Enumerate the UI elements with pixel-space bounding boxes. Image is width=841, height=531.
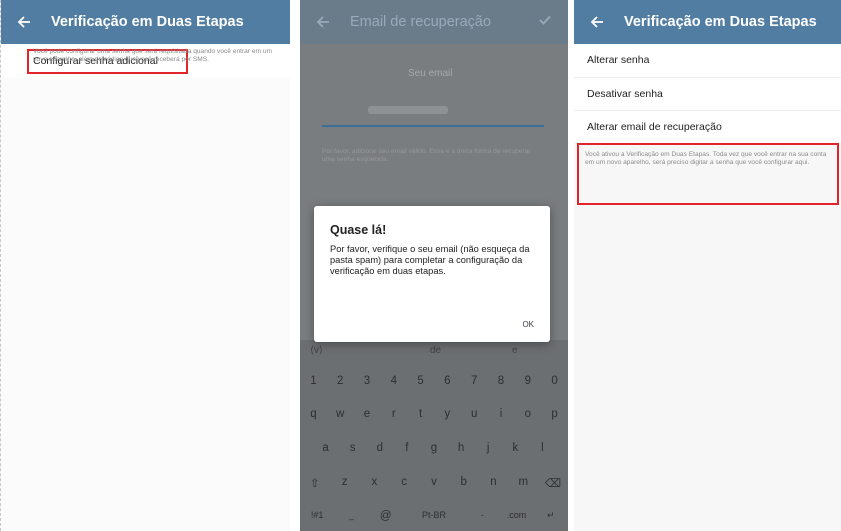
key[interactable]: n: [482, 476, 504, 490]
page-title: Verificação em Duas Etapas: [51, 14, 244, 30]
key[interactable]: x: [363, 476, 385, 490]
key[interactable]: c: [393, 476, 415, 490]
email-input-value[interactable]: [368, 106, 448, 114]
enter-key[interactable]: ↵: [540, 510, 562, 522]
recovery-email-panel: Email de recuperação Seu email Por favor…: [300, 0, 568, 531]
key[interactable]: 2: [329, 375, 351, 387]
key[interactable]: u: [463, 408, 485, 420]
password-description: Você pode configurar uma senha que será …: [33, 48, 272, 63]
email-input-underline: [322, 125, 544, 127]
back-arrow-icon[interactable]: [586, 11, 608, 33]
key[interactable]: p: [544, 408, 566, 420]
key[interactable]: y: [436, 408, 458, 420]
key[interactable]: 6: [436, 375, 458, 387]
keyboard-row-1: q w e r t y u i o p: [300, 408, 568, 420]
key[interactable]: -: [471, 510, 493, 522]
key[interactable]: a: [315, 442, 337, 454]
key[interactable]: i: [490, 408, 512, 420]
key[interactable]: 1: [302, 375, 324, 387]
back-arrow-icon[interactable]: [13, 11, 35, 33]
keyboard-row-3: ⇧ z x c v b n m ⌫: [300, 476, 568, 490]
voice-input-icon[interactable]: ⟨v⟩: [310, 345, 323, 356]
symbols-key[interactable]: !#1: [306, 510, 328, 522]
key[interactable]: 0: [544, 375, 566, 387]
page-title: Email de recuperação: [350, 14, 492, 30]
keyboard: [300, 340, 568, 531]
divider: [574, 110, 841, 111]
key[interactable]: z: [334, 476, 356, 490]
dotcom-key[interactable]: .com: [506, 510, 528, 522]
checkmark-icon[interactable]: [538, 13, 552, 32]
key[interactable]: v: [423, 476, 445, 490]
space-key[interactable]: Pt-BR: [409, 510, 459, 522]
key[interactable]: t: [410, 408, 432, 420]
page-title: Verificação em Duas Etapas: [624, 14, 817, 30]
key[interactable]: 9: [517, 375, 539, 387]
divider: [574, 77, 841, 78]
key[interactable]: 4: [383, 375, 405, 387]
confirmation-dialog: Quase lá! Por favor, verifique o seu ema…: [314, 206, 550, 342]
change-password-item[interactable]: Alterar senha: [587, 54, 649, 66]
email-field-label: Seu email: [408, 68, 453, 79]
dialog-message: Por favor, verifique o seu email (não es…: [330, 244, 530, 276]
key[interactable]: g: [423, 442, 445, 454]
key[interactable]: m: [512, 476, 534, 490]
keyboard-row-2: a s d f g h j k l: [300, 442, 568, 454]
app-bar: Email de recuperação: [300, 0, 568, 44]
change-recovery-email-item[interactable]: Alterar email de recuperação: [587, 121, 722, 133]
two-step-settings-panel: Verificação em Duas Etapas Configurar se…: [0, 0, 290, 531]
disable-password-item[interactable]: Desativar senha: [587, 88, 663, 100]
key[interactable]: b: [453, 476, 475, 490]
key[interactable]: q: [302, 408, 324, 420]
two-step-enabled-panel: Verificação em Duas Etapas Alterar senha…: [574, 0, 841, 531]
key[interactable]: o: [517, 408, 539, 420]
email-help-text: Por favor, adicione seu email válido. Es…: [322, 148, 531, 163]
dialog-title: Quase lá!: [330, 223, 387, 237]
suggestion-2[interactable]: e: [512, 345, 518, 356]
back-arrow-icon[interactable]: [312, 11, 334, 33]
key[interactable]: k: [504, 442, 526, 454]
ok-button[interactable]: OK: [522, 320, 534, 329]
enabled-description: Você ativou a Verificação em Duas Etapas…: [585, 151, 827, 166]
key[interactable]: _: [340, 510, 362, 522]
shift-key[interactable]: ⇧: [304, 476, 326, 490]
suggestion-1[interactable]: de: [430, 345, 441, 356]
key[interactable]: l: [531, 442, 553, 454]
app-bar: Verificação em Duas Etapas: [574, 0, 841, 44]
backspace-key[interactable]: ⌫: [542, 476, 564, 490]
key[interactable]: s: [342, 442, 364, 454]
key[interactable]: d: [369, 442, 391, 454]
key[interactable]: j: [477, 442, 499, 454]
key[interactable]: 5: [410, 375, 432, 387]
keyboard-number-row: 1 2 3 4 5 6 7 8 9 0: [300, 375, 568, 387]
at-key[interactable]: @: [375, 510, 397, 522]
key[interactable]: w: [329, 408, 351, 420]
keyboard-row-4: !#1 _ @ Pt-BR - .com ↵: [300, 510, 568, 522]
key[interactable]: f: [396, 442, 418, 454]
key[interactable]: h: [450, 442, 472, 454]
app-bar: Verificação em Duas Etapas: [1, 0, 290, 44]
key[interactable]: 7: [463, 375, 485, 387]
key[interactable]: 8: [490, 375, 512, 387]
key[interactable]: 3: [356, 375, 378, 387]
key[interactable]: e: [356, 408, 378, 420]
key[interactable]: r: [383, 408, 405, 420]
